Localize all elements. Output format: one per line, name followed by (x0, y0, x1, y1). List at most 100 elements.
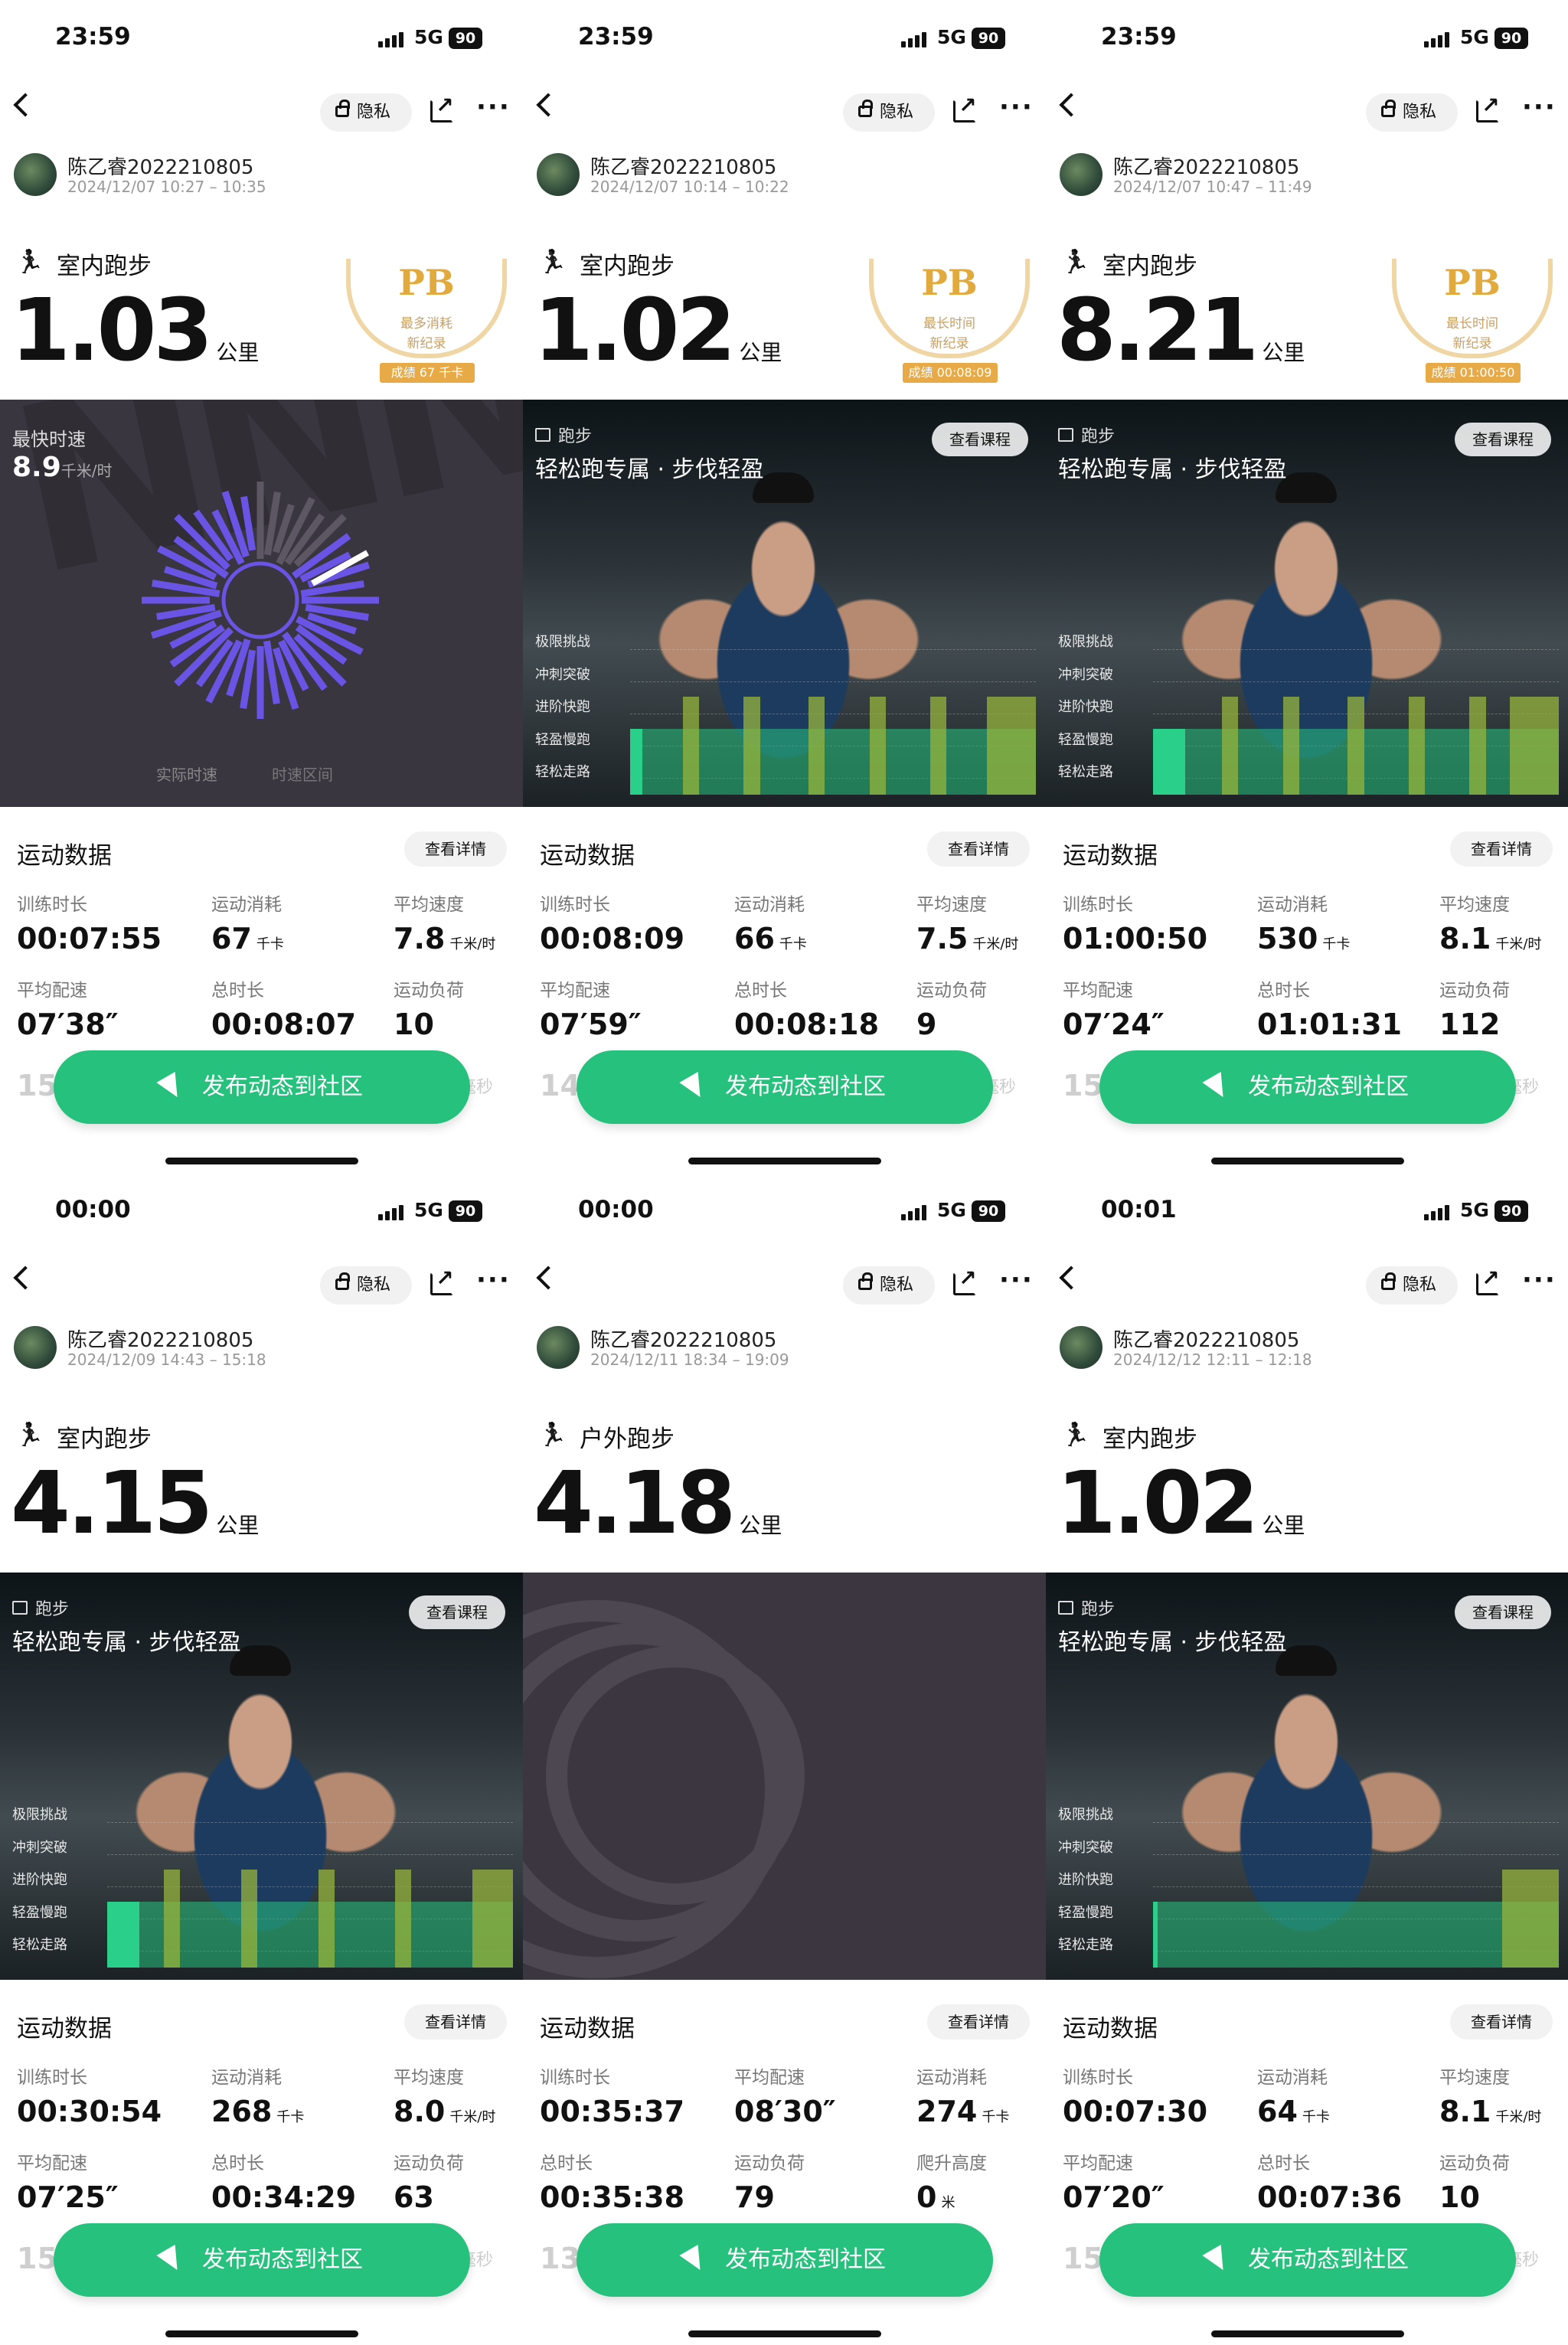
zone-label: 轻松走路 (1058, 764, 1113, 780)
post-to-community-button[interactable]: 发布动态到社区 (1099, 2223, 1516, 2297)
workout-banner[interactable]: 跑步 轻松跑专属 · 步伐轻盈 查看课程 极限挑战 冲刺突破 进阶快跑 轻盈慢跑 轻松走路 (0, 1573, 523, 1980)
workout-banner[interactable]: 跑步 轻松跑专属 · 步伐轻盈 查看课程 极限挑战 冲刺突破 进阶快跑 轻盈慢跑 轻松走路 (1046, 1573, 1568, 1980)
signal-bar (915, 35, 920, 47)
signal-bar (908, 1211, 913, 1220)
post-to-community-button[interactable]: 发布动态到社区 (577, 1050, 993, 1124)
privacy-button[interactable]: 隐私 (1366, 93, 1458, 132)
privacy-button[interactable]: 隐私 (843, 1266, 935, 1305)
signal-bar (385, 38, 390, 47)
stat-label: 运动负荷 (916, 981, 987, 1001)
avatar[interactable] (537, 1326, 580, 1369)
post-to-community-button[interactable]: 发布动态到社区 (577, 2223, 993, 2297)
view-details-button[interactable]: 查看详情 (1450, 2004, 1553, 2040)
back-icon[interactable] (536, 1266, 560, 1290)
avatar[interactable] (1060, 1326, 1102, 1369)
stat-value: 63 (394, 2180, 523, 2214)
stat-label: 训练时长 (1063, 2068, 1133, 2088)
back-icon[interactable] (536, 93, 560, 117)
post-to-community-button[interactable]: 发布动态到社区 (1099, 1050, 1516, 1124)
home-indicator (1211, 2330, 1404, 2337)
stat-label: 平均配速 (540, 981, 610, 1001)
avatar[interactable] (1060, 153, 1102, 196)
interval-bar (472, 1870, 513, 1968)
stat-value: 07′38″ (17, 1008, 185, 1041)
privacy-button[interactable]: 隐私 (320, 1266, 412, 1305)
chart-gridline (1153, 649, 1559, 650)
stat-value: 00:08:07 (211, 1008, 380, 1041)
view-details-button[interactable]: 查看详情 (927, 831, 1030, 867)
view-details-button[interactable]: 查看详情 (927, 2004, 1030, 2040)
signal-bar (1445, 32, 1449, 47)
stat-number: 08′30″ (734, 2095, 836, 2128)
status-bar: 23:59 5G 90 (0, 0, 523, 77)
workout-banner[interactable]: 跑步 轻松跑专属 · 步伐轻盈 查看课程 极限挑战 冲刺突破 进阶快跑 轻盈慢跑 轻松走路 (1046, 400, 1568, 807)
more-icon[interactable]: ··· (476, 92, 511, 122)
view-course-button[interactable]: 查看课程 (1455, 423, 1551, 456)
user-info: 陈乙睿2022210805 2024/12/09 14:43 – 15:18 (14, 1323, 504, 1377)
privacy-button[interactable]: 隐私 (1366, 1266, 1458, 1305)
share-icon[interactable] (953, 1266, 976, 1295)
workout-type: 🏃 户外跑步 (538, 1419, 844, 1454)
stat-label: 训练时长 (540, 895, 610, 915)
stat-number: 8.0 (394, 2095, 446, 2128)
stat-number: 268 (211, 2095, 273, 2128)
back-icon[interactable] (1059, 93, 1083, 117)
privacy-button[interactable]: 隐私 (843, 93, 935, 132)
speed-gauge (142, 482, 379, 719)
stat-number: 112 (1439, 1008, 1501, 1041)
lock-icon (335, 1272, 350, 1290)
more-icon[interactable]: ··· (999, 92, 1034, 122)
signal-bar (901, 41, 906, 47)
view-course-button[interactable]: 查看课程 (1455, 1595, 1551, 1629)
back-icon[interactable] (13, 93, 38, 117)
avatar[interactable] (14, 1326, 57, 1369)
more-icon[interactable]: ··· (1522, 92, 1557, 122)
more-icon[interactable]: ··· (999, 1265, 1034, 1295)
back-icon[interactable] (1059, 1266, 1083, 1290)
more-icon[interactable]: ··· (1522, 1265, 1557, 1295)
home-indicator (165, 2330, 358, 2337)
share-icon[interactable] (1476, 1266, 1499, 1295)
more-icon[interactable]: ··· (476, 1265, 511, 1295)
pb-title: PB (398, 262, 455, 303)
stat-value: 08′30″ (734, 2095, 903, 2128)
stat-cell: 平均速度 7.8 千米/时 (394, 890, 523, 966)
view-course-button[interactable]: 查看课程 (932, 423, 1028, 456)
workout-time-range: 2024/12/11 18:34 – 19:09 (590, 1350, 789, 1369)
signal-bar (1424, 1214, 1429, 1220)
avatar[interactable] (537, 153, 580, 196)
avatar[interactable] (14, 153, 57, 196)
view-details-button[interactable]: 查看详情 (404, 2004, 507, 2040)
share-icon[interactable] (1476, 93, 1499, 122)
stat-cell: 运动负荷 10 (1439, 2148, 1568, 2225)
chart-gridline (107, 1822, 513, 1823)
top-nav: 隐私 ··· (1046, 86, 1568, 136)
home-indicator (165, 1158, 358, 1164)
post-to-community-button[interactable]: 发布动态到社区 (54, 2223, 470, 2297)
stat-label: 运动负荷 (1439, 2154, 1510, 2174)
stat-unit: 千卡 (1322, 936, 1351, 952)
view-details-button[interactable]: 查看详情 (404, 831, 507, 867)
stat-value: 7.5 千米/时 (916, 922, 1046, 955)
share-icon[interactable] (430, 1266, 453, 1295)
workout-type-label: 室内跑步 (580, 253, 675, 280)
sports-data-panel: 运动数据 查看详情 训练时长 00:08:09 运动消耗 66 千卡 平均速度 7.5 千米/时平… (523, 807, 1046, 1173)
share-icon[interactable] (430, 93, 453, 122)
stat-value: 274 千卡 (916, 2095, 1046, 2128)
zone-label: 轻盈慢跑 (12, 1904, 67, 1921)
view-details-button[interactable]: 查看详情 (1450, 831, 1553, 867)
workout-type-label: 室内跑步 (57, 1426, 152, 1453)
network-label: 5G (1460, 26, 1489, 48)
stat-number: 7.5 (916, 922, 969, 955)
privacy-button[interactable]: 隐私 (320, 93, 412, 132)
signal-icon (378, 1204, 406, 1220)
post-to-community-button[interactable]: 发布动态到社区 (54, 1050, 470, 1124)
view-course-button[interactable]: 查看课程 (409, 1595, 505, 1629)
workout-banner[interactable]: 跑步 轻松跑专属 · 步伐轻盈 查看课程 极限挑战 冲刺突破 进阶快跑 轻盈慢跑 轻松走路 (523, 400, 1046, 807)
privacy-label: 隐私 (357, 1275, 391, 1295)
stat-value: 07′24″ (1063, 1008, 1231, 1041)
zone-label: 冲刺突破 (1058, 666, 1113, 683)
back-icon[interactable] (13, 1266, 38, 1290)
stat-label: 平均速度 (916, 895, 987, 915)
share-icon[interactable] (953, 93, 976, 122)
